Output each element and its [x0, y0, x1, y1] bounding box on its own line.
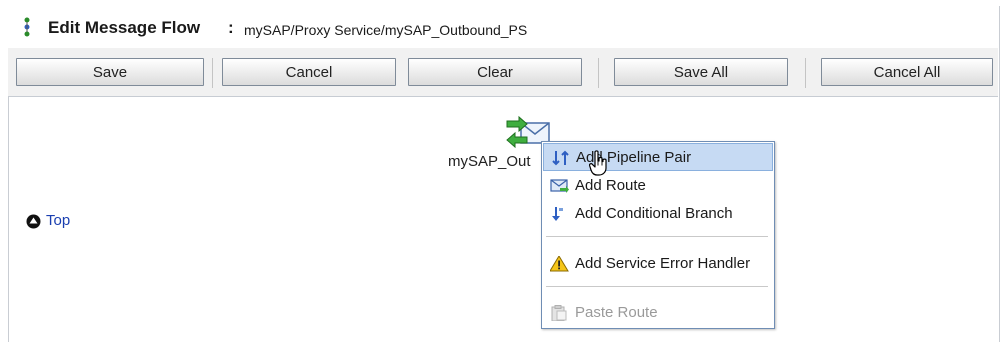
menu-item-add-conditional-branch[interactable]: Add Conditional Branch: [543, 200, 773, 228]
menu-divider: [546, 286, 768, 287]
menu-item-label: Add Service Error Handler: [575, 255, 751, 272]
menu-item-add-service-error-handler[interactable]: Add Service Error Handler: [543, 250, 773, 278]
pipeline-pair-icon: [552, 150, 569, 166]
service-path: mySAP/Proxy Service/mySAP_Outbound_PS: [244, 22, 528, 38]
page-header: Edit Message Flow : mySAP/Proxy Service/…: [8, 6, 998, 49]
flow-canvas: mySAP_Out Top: [8, 97, 998, 342]
toolbar-divider: [598, 58, 599, 88]
save-button[interactable]: Save: [16, 58, 204, 86]
menu-item-label: Paste Route: [575, 304, 658, 321]
menu-divider: [546, 236, 768, 237]
cancel-button[interactable]: Cancel: [222, 58, 396, 86]
menu-item-label: Add Conditional Branch: [575, 205, 733, 222]
menu-item-add-route[interactable]: Add Route: [543, 172, 773, 200]
cancel-all-button[interactable]: Cancel All: [821, 58, 993, 86]
menu-item-paste-route[interactable]: Paste Route: [543, 299, 773, 327]
toolbar-divider: [805, 58, 806, 88]
hand-cursor-icon: [589, 150, 607, 176]
save-all-button[interactable]: Save All: [614, 58, 788, 86]
menu-item-label: Add Route: [575, 177, 646, 194]
clear-button[interactable]: Clear: [408, 58, 582, 86]
up-arrow-circle-icon: [26, 214, 41, 229]
conditional-branch-icon: [552, 207, 563, 221]
toolbar-divider: [212, 58, 213, 88]
node-label[interactable]: mySAP_Out: [448, 153, 531, 170]
menu-item-add-pipeline-pair[interactable]: Add Pipeline Pair: [543, 143, 773, 171]
toolbar: Save Cancel Clear Save All Cancel All: [8, 48, 998, 97]
context-menu: Add Pipeline Pair Add Route Add Conditio…: [541, 141, 775, 329]
route-icon: [550, 179, 569, 193]
warning-icon: [550, 256, 569, 272]
paste-icon: [551, 305, 567, 321]
message-flow-icon: [24, 17, 30, 37]
top-link-label[interactable]: Top: [46, 212, 70, 229]
page-title: Edit Message Flow: [48, 18, 201, 37]
title-separator: :: [228, 18, 234, 37]
